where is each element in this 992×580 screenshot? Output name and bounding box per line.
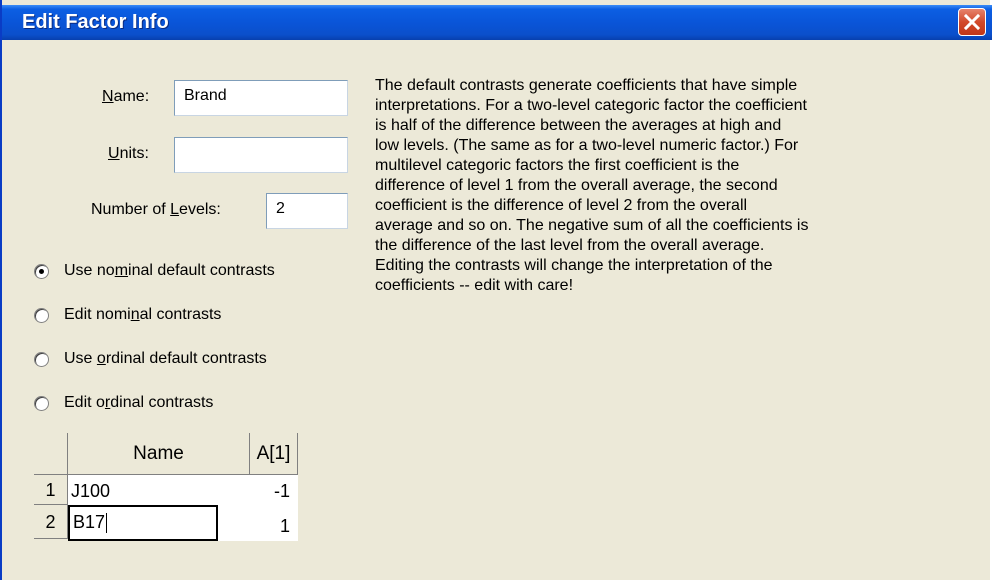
dialog-title: Edit Factor Info [22,11,169,33]
grid-cell-a1[interactable]: 1 [250,505,298,541]
description-line: difference of level 1 from the overall a… [375,177,778,194]
description-line: coefficients -- edit with care! [375,277,574,294]
grid-cell-name-editing[interactable]: B17 [68,505,218,541]
row-header[interactable]: 2 [34,505,68,539]
text-cursor [106,513,108,534]
grid-cell-a1[interactable]: -1 [250,475,298,505]
description-line: coefficient is the difference of level 2… [375,197,748,214]
grid-cell-filler [218,505,250,541]
close-button[interactable] [958,8,986,36]
grid-corner[interactable] [34,433,68,475]
levels-label: Number of Levels: [91,201,221,218]
description-line: The default contrasts generate coefficie… [375,77,798,94]
radio-button[interactable] [34,308,49,323]
title-bar[interactable]: Edit Factor Info [2,5,992,40]
description-line: low levels. (The same as for a two-level… [375,137,799,154]
name-field[interactable]: Brand [174,80,348,116]
edit-factor-dialog: Edit Factor Info Name: Brand Units: Numb… [0,0,992,580]
contrast-description: The default contrasts generate coefficie… [375,76,985,296]
description-line: interpretations. For a two-level categor… [375,97,807,114]
option-label: Use ordinal default contrasts [64,350,267,367]
name-label: Name: [102,88,150,105]
option-label: Use nominal default contrasts [64,262,275,279]
units-label: Units: [108,145,149,162]
description-line: average and so on. The negative sum of a… [375,217,809,234]
radio-button[interactable] [34,396,49,411]
column-header-a1[interactable]: A[1] [250,433,298,475]
description-line: Editing the contrasts will change the in… [375,257,773,274]
description-line: the difference of the last level from th… [375,237,765,254]
row-header[interactable]: 1 [34,475,68,505]
description-line: multilevel categoric factors the first c… [375,157,740,174]
grid-cell-name[interactable]: J100 [68,475,250,505]
radio-button[interactable] [34,352,49,367]
units-field[interactable] [174,137,348,173]
option-label: Edit nominal contrasts [64,306,222,323]
option-label: Edit ordinal contrasts [64,394,214,411]
close-icon [963,13,981,31]
description-line: is half of the difference between the av… [375,117,782,134]
column-header-name[interactable]: Name [68,433,250,475]
levels-field[interactable]: 2 [266,193,348,229]
radio-button[interactable] [34,264,49,279]
